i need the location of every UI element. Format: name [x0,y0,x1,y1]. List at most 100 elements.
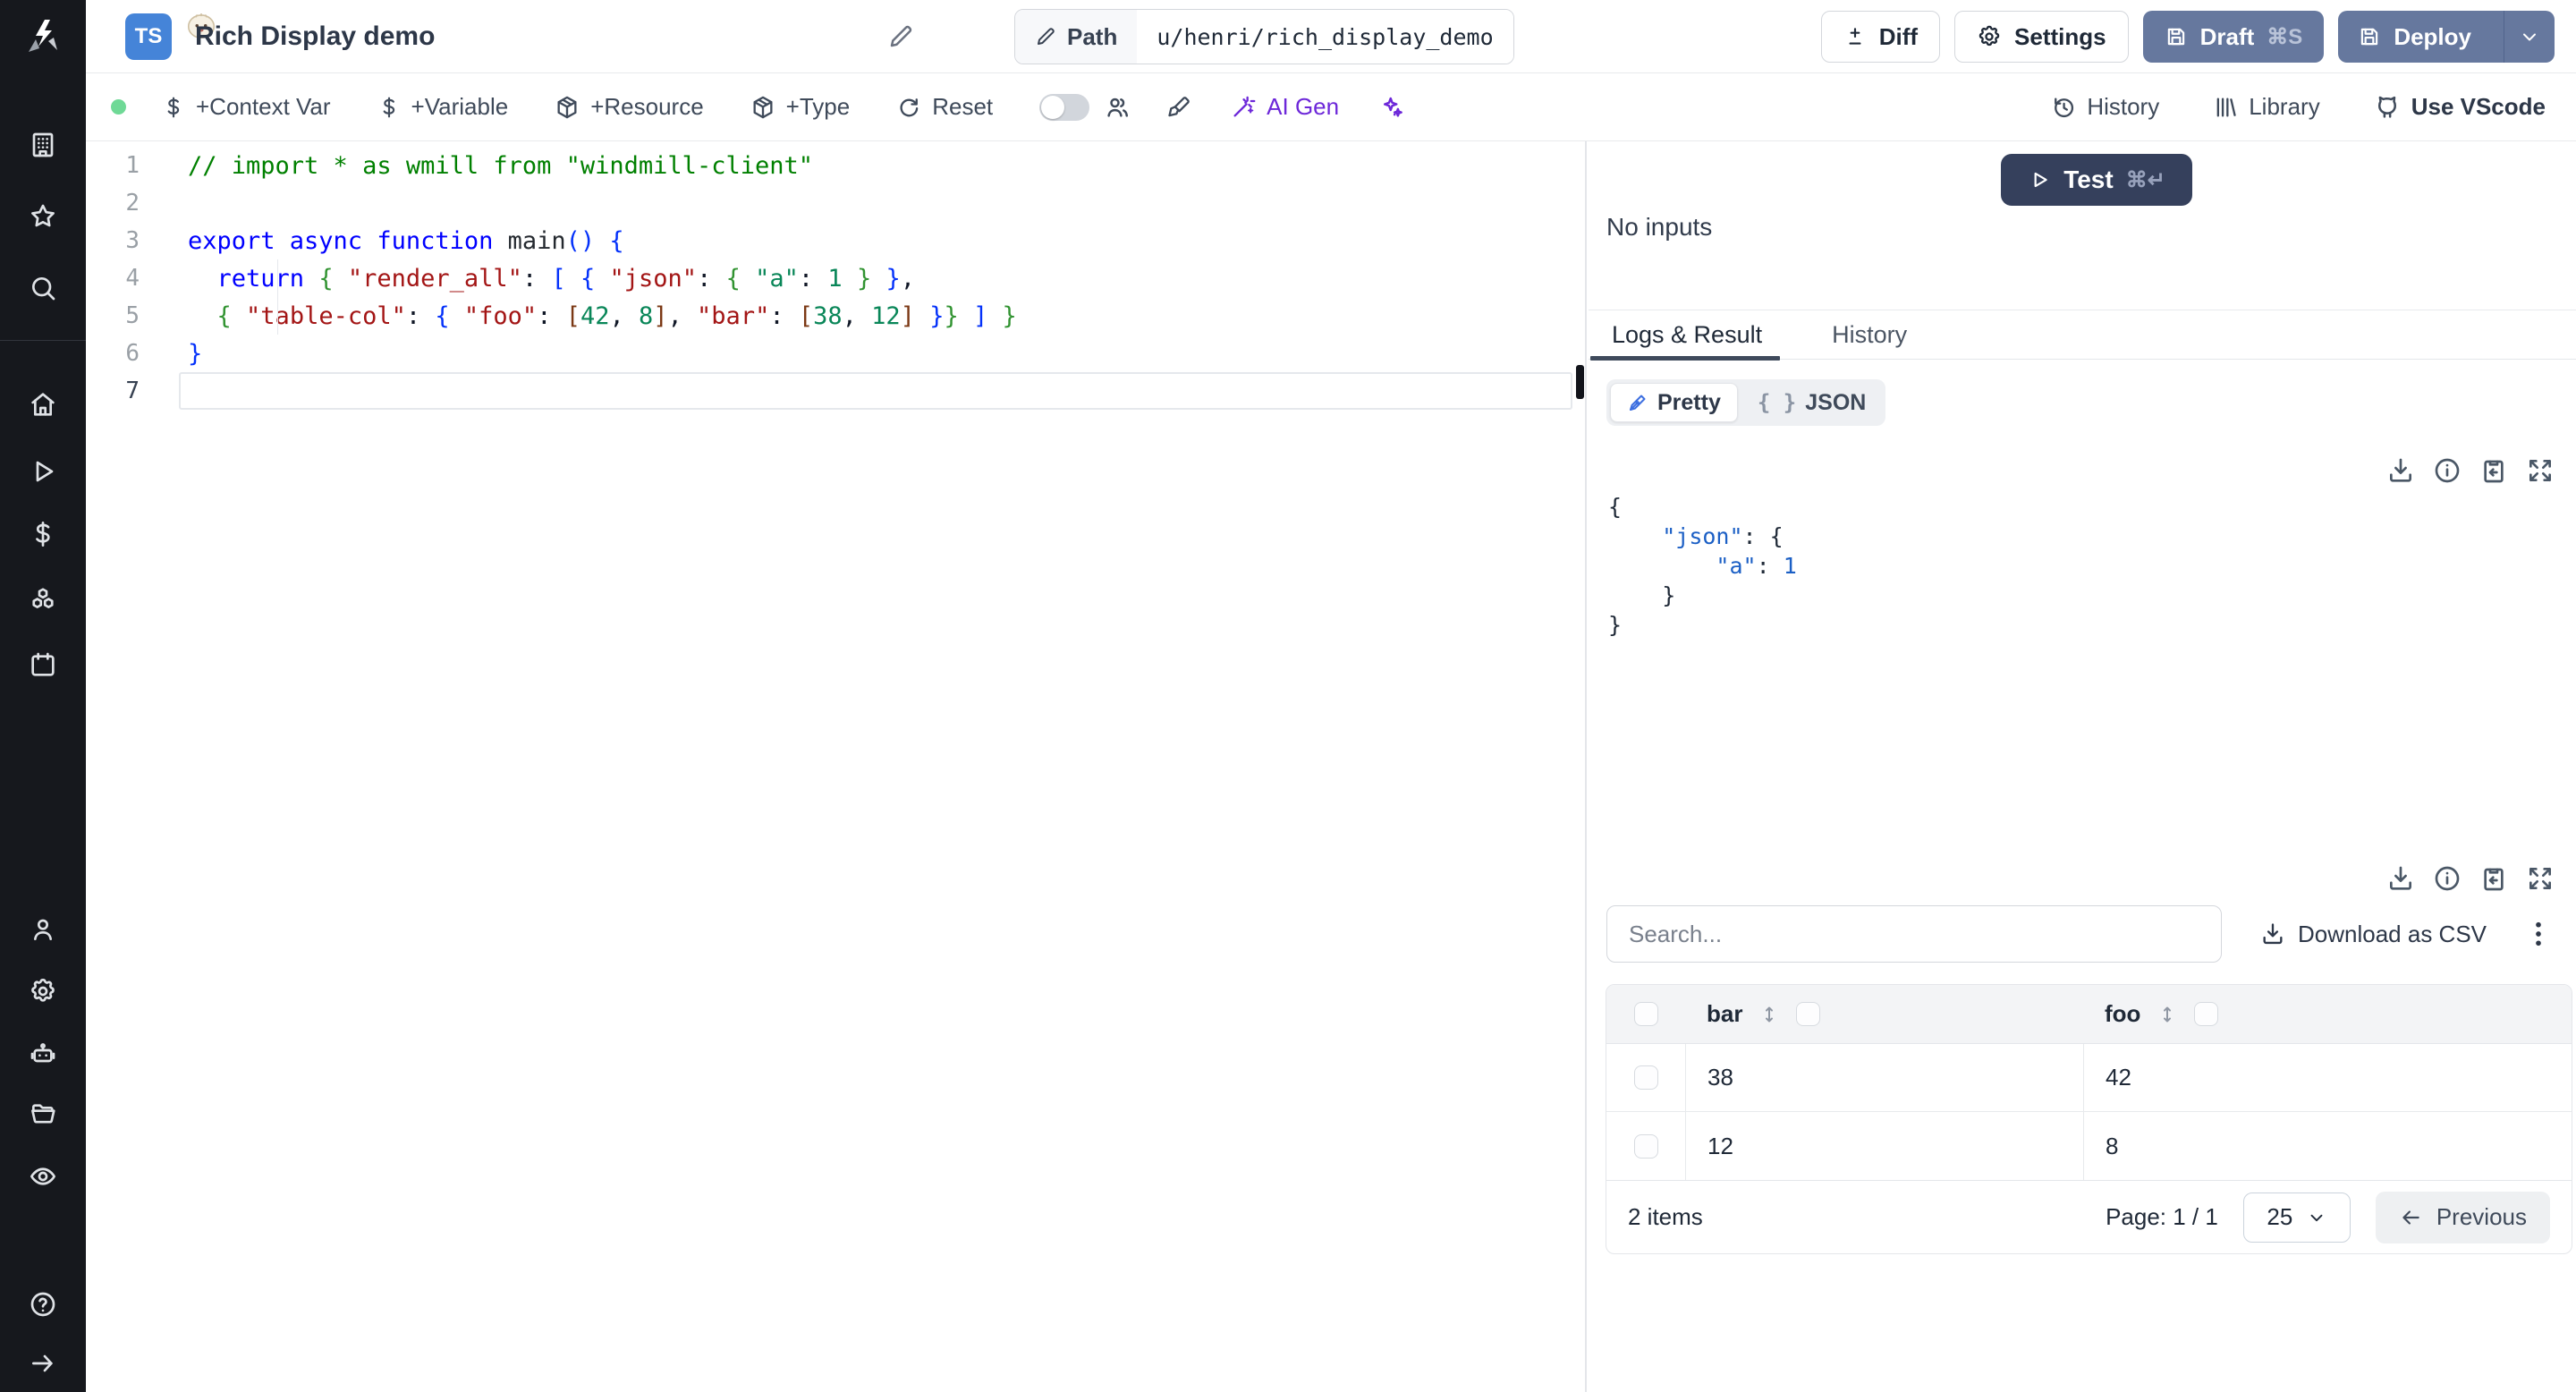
select-all-checkbox[interactable] [1633,1002,1658,1026]
sort-bar-icon[interactable] [1758,1004,1780,1025]
expand-fullscreen-icon[interactable] [2526,456,2555,485]
table-cell: 42 [2083,1044,2572,1111]
add-type-button[interactable]: +Type [750,93,851,121]
row-checkbox[interactable] [1633,1065,1658,1090]
info-icon[interactable] [2433,864,2462,893]
code-line[interactable]: 7 [86,372,1585,410]
edit-title-pencil-icon[interactable] [887,23,914,50]
vscode-icon [2374,94,2401,121]
column-header-foo: foo [2105,1000,2141,1027]
sort-foo-icon[interactable] [2157,1004,2178,1025]
splitter-drag-handle[interactable] [1576,365,1584,399]
page-size-select[interactable]: 25 [2242,1192,2351,1243]
audit-logs-eye-icon[interactable] [29,1162,57,1191]
code-line[interactable]: 1// import * as wmill from "windmill-cli… [86,147,1585,184]
panel-splitter[interactable] [1585,141,1587,1392]
add-context-var-label: +Context Var [196,93,331,120]
diff-button[interactable]: Diff [1820,11,1941,63]
pretty-view-button[interactable]: Pretty [1610,383,1738,422]
add-type-label: +Type [785,93,851,120]
previous-label: Previous [2436,1203,2527,1230]
path-pencil-icon [1035,26,1056,47]
schedules-calendar-icon[interactable] [29,650,57,679]
add-resource-button[interactable]: +Resource [555,93,704,121]
code-line[interactable]: 4 return { "render_all": [ { "json": { "… [86,259,1585,297]
history-button[interactable]: History [2051,93,2159,121]
previous-page-button[interactable]: Previous [2375,1191,2550,1243]
variables-dollar-icon[interactable] [29,520,57,548]
filter-bar-box[interactable] [1796,1002,1821,1026]
tab-history[interactable]: History [1832,321,1907,349]
copy-clipboard-icon[interactable] [2479,456,2508,485]
code-line[interactable]: 5 { "table-col": { "foo": [42, 8], "bar"… [86,297,1585,335]
line-number: 6 [125,340,140,367]
users-person-icon[interactable] [29,915,57,944]
folders-icon[interactable] [29,1099,57,1128]
add-variable-button[interactable]: +Variable [377,93,508,121]
info-icon[interactable] [2433,456,2462,485]
add-context-var-button[interactable]: +Context Var [162,93,331,121]
workspace-building-icon[interactable] [29,131,57,159]
chevron-down-icon [2307,1208,2326,1227]
active-tab-underline [1590,356,1780,361]
result-json-viewer: { "json": { "a": 1 }} [1608,492,1797,640]
json-line: "a": 1 [1716,553,1797,579]
tab-logs-result[interactable]: Logs & Result [1612,321,1762,349]
windmill-logo-icon[interactable] [21,16,64,64]
multiplayer-users-icon[interactable] [1104,94,1131,121]
table-menu-kebab-icon[interactable] [2524,918,2553,955]
download-result-icon[interactable] [2386,456,2415,485]
reset-button[interactable]: Reset [896,93,993,121]
home-icon[interactable] [29,390,57,419]
draft-button-label: Draft [2199,22,2255,50]
help-icon[interactable] [29,1290,57,1319]
expand-sidebar-arrow-icon[interactable] [29,1349,57,1378]
search-icon[interactable] [29,274,57,302]
code-line[interactable]: 2 [86,184,1585,222]
library-button[interactable]: Library [2213,93,2320,121]
code-line[interactable]: 6} [86,335,1585,372]
typescript-badge: TS [125,13,216,60]
package-icon [555,95,580,120]
test-run-button[interactable]: Test ⌘↵ [2001,154,2192,206]
download-csv-button[interactable]: Download as CSV [2260,905,2487,963]
draft-shortcut: ⌘S [2267,24,2303,49]
path-value: u/henri/rich_display_demo [1137,10,1513,64]
path-selector[interactable]: Path u/henri/rich_display_demo [1014,9,1514,64]
runs-play-icon[interactable] [29,457,57,486]
collaboration-toggle[interactable] [1039,93,1090,121]
workers-robot-icon[interactable] [29,1040,57,1068]
row-checkbox[interactable] [1633,1133,1658,1159]
download-result-icon[interactable] [2386,864,2415,893]
draft-button[interactable]: Draft ⌘S [2142,11,2325,63]
gear-icon [1977,24,2002,49]
format-brush-icon[interactable] [1166,95,1191,120]
expand-fullscreen-icon[interactable] [2526,864,2555,893]
pretty-label: Pretty [1657,389,1721,415]
resources-cubes-icon[interactable] [29,586,57,615]
settings-gear-icon[interactable] [29,977,57,1006]
no-inputs-text: No inputs [1606,213,1713,241]
plus-minus-icon [1843,25,1867,48]
top-header: TS Rich Display demo Path u/henri/rich_d… [86,0,2576,73]
curly-braces-icon: { } [1757,390,1797,415]
use-vscode-button[interactable]: Use VScode [2374,93,2546,121]
deploy-button[interactable]: Deploy [2338,11,2555,63]
ai-gen-button[interactable]: AI Gen [1231,93,1339,121]
json-view-button[interactable]: { } JSON [1741,383,1882,422]
table-search-input[interactable] [1606,905,2222,963]
code-editor[interactable]: 1// import * as wmill from "windmill-cli… [86,141,1585,1392]
code-line[interactable]: 3 export async function main() { [86,222,1585,259]
settings-button[interactable]: Settings [1954,11,2129,63]
sparkles-icon[interactable] [1378,94,1405,121]
save-icon [2165,25,2188,48]
line-number: 5 [125,302,140,329]
deploy-dropdown-toggle[interactable] [2504,11,2555,63]
json-line: } [1608,612,1623,638]
test-button-label: Test [2063,166,2114,193]
copy-clipboard-icon[interactable] [2479,864,2508,893]
favorites-star-icon[interactable] [29,202,57,231]
filter-foo-box[interactable] [2194,1002,2219,1026]
diff-button-label: Diff [1878,22,1919,50]
settings-button-label: Settings [2014,22,2106,50]
